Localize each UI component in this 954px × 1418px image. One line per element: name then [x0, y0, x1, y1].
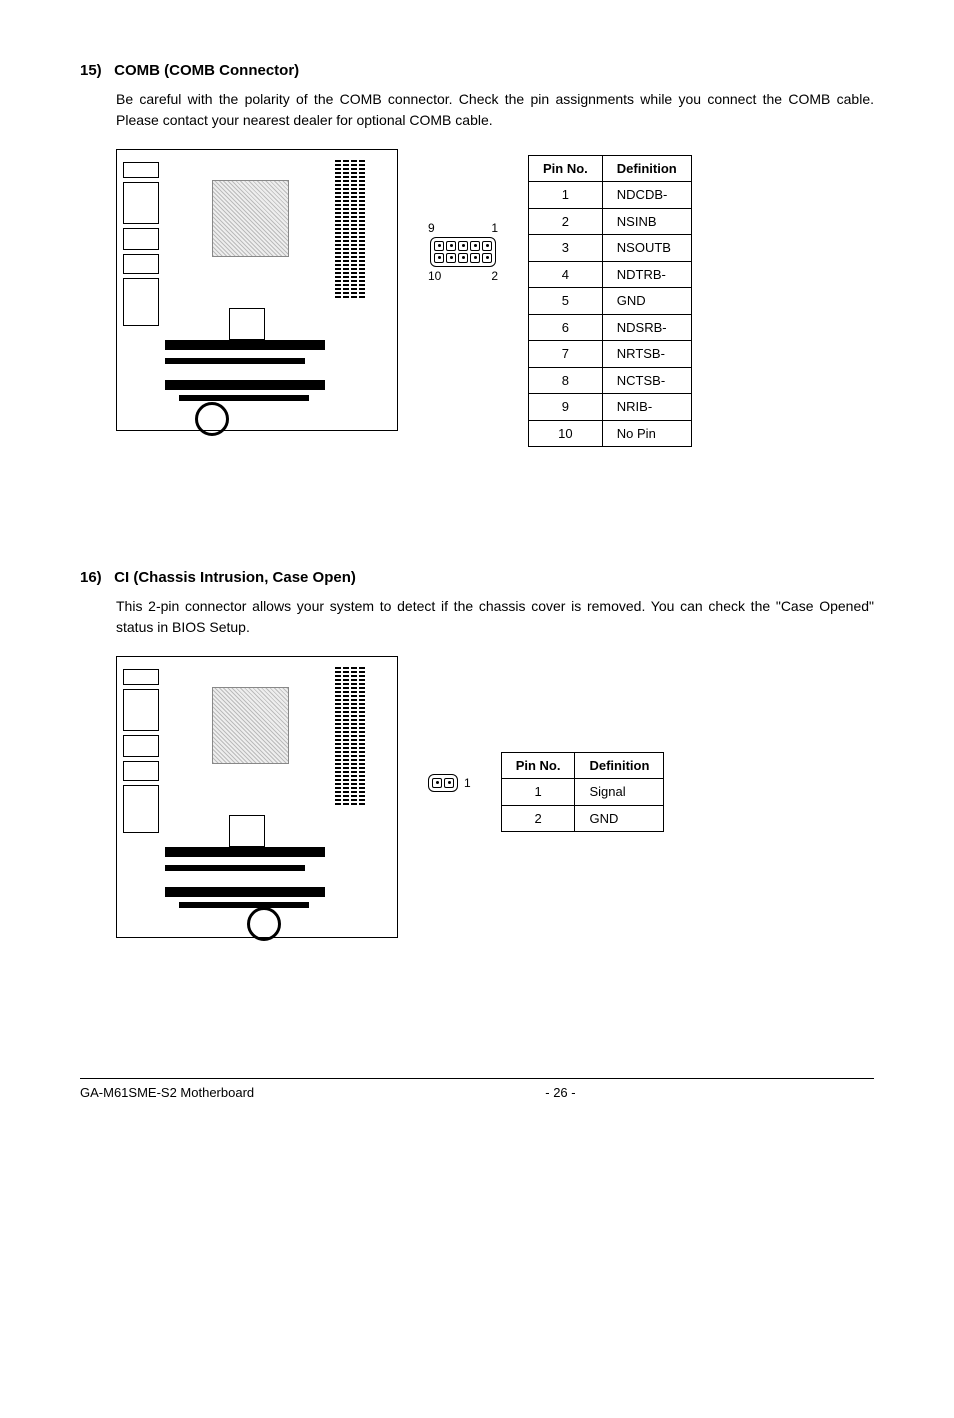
section-16-title: 16) CI (Chassis Intrusion, Case Open) [80, 567, 874, 590]
table-cell: NRIB- [602, 394, 691, 421]
expansion-slot [165, 380, 325, 390]
table-cell: 4 [529, 261, 603, 288]
pin-labels-bot: 10 2 [426, 267, 500, 285]
section-heading: CI (Chassis Intrusion, Case Open) [114, 569, 356, 586]
table-cell: 3 [529, 235, 603, 262]
table-cell: Signal [575, 779, 664, 806]
pin-label: 1 [491, 219, 498, 237]
section-16-row: 1 Pin No. Definition 1Signal 2GND [116, 656, 874, 938]
dimm-slots [335, 160, 375, 300]
pin-label: 10 [428, 267, 441, 285]
expansion-slot [179, 902, 309, 908]
table-cell: 10 [529, 420, 603, 447]
pin-label: 9 [428, 219, 435, 237]
table-cell: No Pin [602, 420, 691, 447]
expansion-slot [165, 887, 325, 897]
pin-labels-top: 9 1 [426, 219, 500, 237]
table-cell: 8 [529, 367, 603, 394]
table-cell: NDTRB- [602, 261, 691, 288]
table-cell: NRTSB- [602, 341, 691, 368]
table-cell: 2 [529, 208, 603, 235]
ci-pin-table: Pin No. Definition 1Signal 2GND [501, 752, 665, 833]
table-header: Pin No. [501, 752, 575, 779]
table-cell: GND [575, 805, 664, 832]
section-15-title: 15) COMB (COMB Connector) [80, 60, 874, 83]
page-footer: GA-M61SME-S2 Motherboard - 26 - .. [80, 1078, 874, 1103]
table-header: Pin No. [529, 155, 603, 182]
table-cell: 9 [529, 394, 603, 421]
io-panel [123, 669, 159, 839]
comb-pin-diagram: 9 1 10 2 [428, 219, 498, 285]
cpu-socket [212, 180, 289, 257]
table-header: Definition [602, 155, 691, 182]
expansion-slot [165, 340, 325, 350]
table-cell: NSOUTB [602, 235, 691, 262]
section-15-body: Be careful with the polarity of the COMB… [116, 89, 874, 131]
connector-indicator [247, 907, 281, 941]
section-heading: COMB (COMB Connector) [114, 62, 299, 79]
expansion-slot [165, 358, 305, 364]
section-number: 16) [80, 567, 110, 590]
table-cell: NSINB [602, 208, 691, 235]
pin-label: 2 [491, 267, 498, 285]
expansion-slot [165, 847, 325, 857]
comb-pin-table: Pin No. Definition 1NDCDB- 2NSINB 3NSOUT… [528, 155, 692, 448]
motherboard-diagram [116, 656, 398, 938]
table-cell: 1 [529, 182, 603, 209]
footer-left: GA-M61SME-S2 Motherboard [80, 1083, 254, 1103]
section-15-row: 9 1 10 2 Pin No. Definition 1NDCDB- 2NSI… [116, 149, 874, 448]
southbridge [229, 308, 265, 340]
io-panel [123, 162, 159, 332]
southbridge [229, 815, 265, 847]
table-cell: 2 [501, 805, 575, 832]
page-number: - 26 - [254, 1083, 867, 1103]
table-header: Definition [575, 752, 664, 779]
expansion-slot [165, 865, 305, 871]
table-cell: 7 [529, 341, 603, 368]
expansion-slot [179, 395, 309, 401]
cpu-socket [212, 687, 289, 764]
section-16-body: This 2-pin connector allows your system … [116, 596, 874, 638]
connector-indicator [195, 402, 229, 436]
motherboard-diagram [116, 149, 398, 431]
table-cell: GND [602, 288, 691, 315]
ci-pin-diagram: 1 [428, 774, 471, 792]
table-cell: 5 [529, 288, 603, 315]
table-cell: NDCDB- [602, 182, 691, 209]
table-cell: NCTSB- [602, 367, 691, 394]
table-cell: 1 [501, 779, 575, 806]
section-number: 15) [80, 60, 110, 83]
table-cell: NDSRB- [602, 314, 691, 341]
dimm-slots [335, 667, 375, 807]
pin-label: 1 [464, 774, 471, 792]
table-cell: 6 [529, 314, 603, 341]
